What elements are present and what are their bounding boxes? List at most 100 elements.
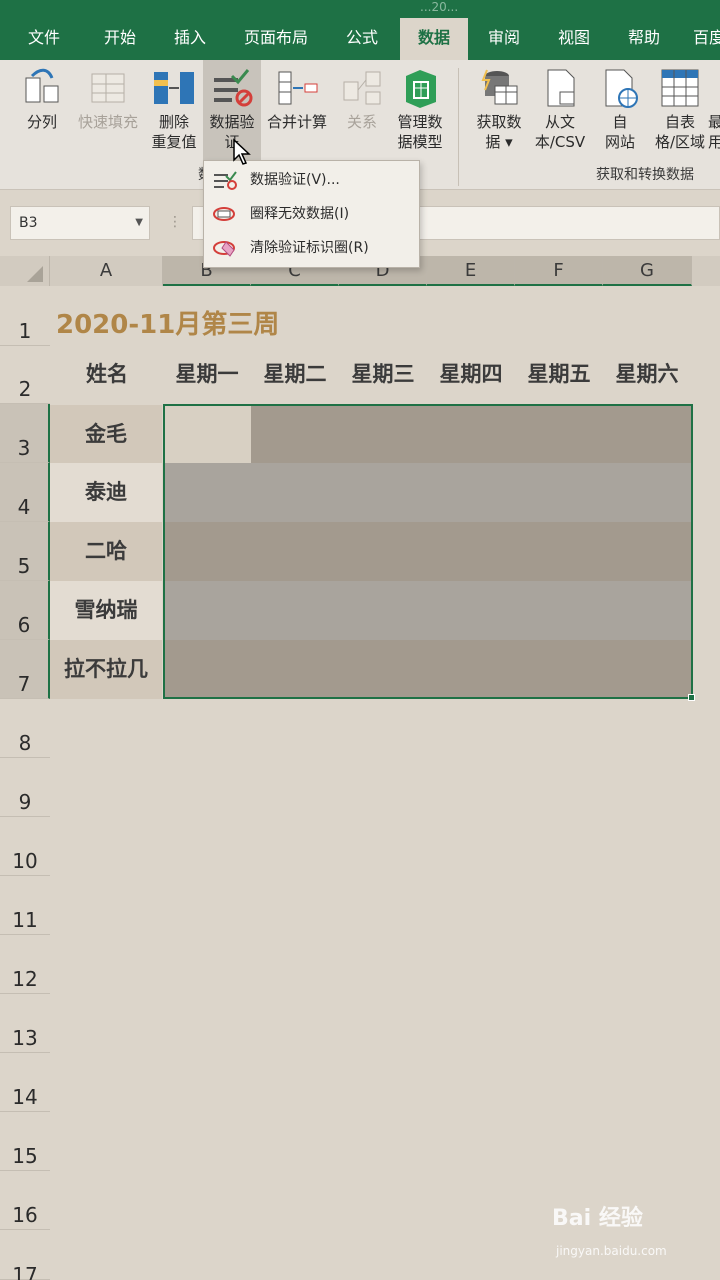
data-validation-icon [214, 171, 237, 190]
tab-data[interactable]: 数据 [400, 18, 468, 60]
consolidate-button[interactable]: 合并计算 [262, 60, 332, 160]
name-cell[interactable]: 金毛 [50, 405, 162, 463]
from-text-csv-button[interactable]: 从文 本/CSV [528, 60, 592, 160]
select-all-triangle-icon [27, 266, 43, 282]
text-to-columns-label: 分列 [26, 113, 57, 131]
menu-item-data-validation[interactable]: 数据验证(V)... [204, 165, 419, 195]
relationships-icon [343, 71, 381, 105]
relationships-label: 关系 [346, 113, 377, 131]
get-data-label-2: 据 ▾ [485, 133, 513, 151]
baidu-watermark: Bai 经验 [552, 1206, 643, 1231]
row-header-16[interactable]: 16 [0, 1171, 50, 1230]
row-header-15[interactable]: 15 [0, 1112, 50, 1171]
row-header-9[interactable]: 9 [0, 758, 50, 817]
get-transform-group-label: 获取和转换数据 [596, 167, 694, 183]
from-table-range-button[interactable]: 自表 格/区域 [648, 60, 712, 160]
header-weekday-cell[interactable]: 星期四 [427, 358, 515, 388]
fill-handle[interactable] [688, 694, 695, 701]
header-name-cell[interactable]: 姓名 [52, 358, 162, 388]
column-header-a[interactable]: A [50, 256, 163, 286]
menu-item-label: 清除验证标识圈(R) [250, 240, 369, 256]
row-header-5[interactable]: 5 [0, 522, 50, 581]
recent-sources-button[interactable]: 最 用 [708, 60, 720, 160]
header-weekday-cell[interactable]: 星期一 [163, 358, 251, 388]
tab-view[interactable]: 视图 [544, 18, 604, 60]
tab-formulas[interactable]: 公式 [332, 18, 392, 60]
window-title: ...20... [420, 0, 459, 14]
name-cell[interactable]: 雪纳瑞 [50, 581, 162, 640]
tab-page-layout[interactable]: 页面布局 [232, 18, 320, 60]
row-header-8[interactable]: 8 [0, 699, 50, 758]
from-web-label-1: 自 [612, 113, 628, 131]
chevron-down-icon[interactable]: ▼ [135, 207, 143, 239]
column-header-g[interactable]: G [603, 256, 692, 286]
row-header-11[interactable]: 11 [0, 876, 50, 935]
recent-sources-label-2: 用 [708, 133, 720, 151]
select-all-corner[interactable] [0, 256, 50, 286]
row-header-12[interactable]: 12 [0, 935, 50, 994]
name-box-value: B3 [19, 215, 38, 231]
from-text-csv-label-2: 本/CSV [534, 133, 586, 151]
selection-border [163, 404, 693, 699]
name-cell[interactable]: 泰迪 [50, 463, 162, 522]
text-to-columns-button[interactable]: 分列 [14, 60, 70, 160]
table-icon [661, 69, 699, 107]
row-header-14[interactable]: 14 [0, 1053, 50, 1112]
name-cell[interactable]: 二哈 [50, 522, 162, 581]
menu-item-label: 圈释无效数据(I) [250, 206, 350, 222]
tab-review[interactable]: 审阅 [474, 18, 534, 60]
get-data-button[interactable]: 获取数 据 ▾ [468, 60, 530, 160]
formula-separator[interactable]: ⋮ [168, 214, 182, 230]
row-header-4[interactable]: 4 [0, 463, 50, 522]
title-bar: ...20... [0, 0, 720, 18]
remove-duplicates-button[interactable]: 删除 重复值 [146, 60, 202, 160]
row-header-2[interactable]: 2 [0, 346, 50, 404]
flash-fill-button[interactable]: 快速填充 [72, 60, 144, 160]
row-header-17[interactable]: 17 [0, 1230, 50, 1280]
header-weekday-cell[interactable]: 星期三 [339, 358, 427, 388]
text-file-icon [547, 69, 575, 107]
column-header-e[interactable]: E [427, 256, 515, 286]
row-header-7[interactable]: 7 [0, 640, 50, 699]
name-cell[interactable]: 拉不拉几 [50, 640, 162, 699]
data-model-icon [406, 70, 436, 108]
data-validation-label-1: 数据验 [209, 113, 255, 131]
manage-data-model-label-1: 管理数 [397, 113, 443, 131]
row-header-1[interactable]: 1 [0, 286, 50, 346]
tab-home[interactable]: 开始 [90, 18, 150, 60]
menu-item-circle-invalid-data[interactable]: 圈释无效数据(I) [204, 199, 419, 229]
tab-file[interactable]: 文件 [18, 18, 70, 60]
flash-fill-icon [91, 73, 125, 103]
name-box[interactable]: B3 ▼ [10, 206, 150, 240]
header-weekday-cell[interactable]: 星期五 [515, 358, 603, 388]
get-data-icon [481, 69, 518, 105]
data-validation-menu: 数据验证(V)... 圈释无效数据(I) 清除验证标识圈(R) [203, 160, 420, 268]
tab-insert[interactable]: 插入 [160, 18, 220, 60]
relationships-button[interactable]: 关系 [334, 60, 390, 160]
baidu-watermark-url: jingyan.baidu.com [556, 1244, 667, 1258]
remove-duplicates-label-1: 删除 [158, 113, 189, 131]
header-weekday-cell[interactable]: 星期六 [603, 358, 691, 388]
remove-duplicates-label-2: 重复值 [151, 133, 197, 151]
manage-data-model-label-2: 据模型 [397, 133, 443, 151]
menu-item-label: 数据验证(V)... [250, 172, 340, 188]
sheet-title-cell[interactable]: 2020-11月第三周 [56, 304, 279, 341]
from-web-label-2: 网站 [604, 133, 635, 151]
row-header-6[interactable]: 6 [0, 581, 50, 640]
from-web-button[interactable]: 自 网站 [596, 60, 644, 160]
mouse-cursor-icon [233, 138, 251, 165]
row-header-13[interactable]: 13 [0, 994, 50, 1053]
from-table-range-label-1: 自表 [664, 113, 695, 131]
row-header-3[interactable]: 3 [0, 404, 50, 463]
from-table-range-label-2: 格/区域 [654, 133, 706, 151]
tab-help[interactable]: 帮助 [614, 18, 674, 60]
header-weekday-cell[interactable]: 星期二 [251, 358, 339, 388]
menu-item-clear-validation-circles[interactable]: 清除验证标识圈(R) [204, 233, 419, 263]
row-header-10[interactable]: 10 [0, 817, 50, 876]
data-validation-icon [214, 69, 253, 107]
column-header-f[interactable]: F [515, 256, 603, 286]
tab-baidu[interactable]: 百度 [684, 18, 720, 60]
manage-data-model-button[interactable]: 管理数 据模型 [392, 60, 448, 160]
circle-invalid-icon [213, 207, 235, 221]
consolidate-icon [278, 71, 318, 105]
